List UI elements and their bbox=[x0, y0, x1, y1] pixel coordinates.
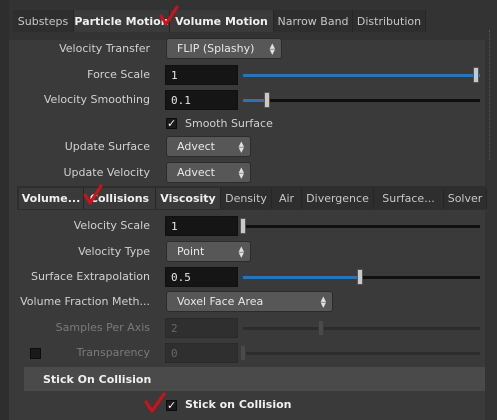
tab-narrow-band[interactable]: Narrow Band bbox=[274, 10, 353, 32]
transparency-handle bbox=[240, 345, 246, 361]
samples-per-axis-slider bbox=[243, 327, 480, 330]
dropdown-arrows-icon: ▲ ▼ bbox=[320, 294, 326, 309]
force-scale-slider[interactable] bbox=[243, 74, 480, 77]
tab-distribution[interactable]: Distribution bbox=[353, 10, 426, 32]
velocity-smoothing-slider[interactable] bbox=[267, 99, 480, 102]
dropdown-arrows-icon: ▲ ▼ bbox=[238, 165, 244, 180]
surface-extrapolation-slider[interactable] bbox=[361, 276, 480, 279]
velocity-smoothing-label: Velocity Smoothing bbox=[43, 93, 150, 106]
velocity-smoothing-handle[interactable] bbox=[264, 92, 270, 108]
smooth-surface-label: Smooth Surface bbox=[185, 117, 273, 130]
force-scale-field[interactable]: 1 bbox=[165, 65, 238, 85]
update-velocity-value: Advect bbox=[177, 166, 215, 179]
annotation-check-icon bbox=[83, 184, 103, 205]
velocity-scale-handle[interactable] bbox=[240, 218, 246, 234]
velocity-transfer-label: Velocity Transfer bbox=[59, 42, 150, 55]
tab-substeps[interactable]: Substeps bbox=[13, 10, 74, 32]
volume-fraction-method-dropdown[interactable]: Voxel Face Area ▲ ▼ bbox=[166, 291, 333, 312]
velocity-smoothing-field[interactable]: 0.1 bbox=[165, 90, 238, 110]
velocity-transfer-value: FLIP (Splashy) bbox=[177, 42, 255, 55]
force-scale-handle[interactable] bbox=[473, 67, 479, 83]
annotation-check-icon bbox=[144, 392, 166, 413]
tab-particle-motion[interactable]: Particle Motion bbox=[74, 10, 170, 32]
scroll-grip[interactable] bbox=[489, 30, 494, 160]
update-velocity-dropdown[interactable]: Advect ▲ ▼ bbox=[166, 162, 251, 183]
tab-surface[interactable]: Surface... bbox=[374, 188, 444, 209]
velocity-scale-field[interactable]: 1 bbox=[165, 216, 238, 236]
tab-divergence[interactable]: Divergence bbox=[302, 188, 374, 209]
velocity-scale-slider[interactable] bbox=[243, 225, 480, 228]
surface-extrapolation-handle[interactable] bbox=[357, 269, 363, 285]
update-surface-value: Advect bbox=[177, 140, 215, 153]
dropdown-arrows-icon: ▲ ▼ bbox=[269, 41, 275, 56]
surface-extrapolation-slider-fill bbox=[243, 276, 361, 279]
stick-on-collision-label: Stick on Collision bbox=[185, 398, 292, 411]
tab-solver[interactable]: Solver bbox=[444, 188, 487, 209]
tab-volume[interactable]: Volume... bbox=[19, 188, 84, 209]
tab-air[interactable]: Air bbox=[272, 188, 302, 209]
samples-per-axis-handle bbox=[318, 320, 324, 336]
velocity-scale-label: Velocity Scale bbox=[73, 219, 150, 232]
velocity-type-label: Velocity Type bbox=[78, 245, 150, 258]
left-gutter bbox=[0, 0, 9, 420]
surface-extrapolation-field[interactable]: 0.5 bbox=[165, 267, 238, 287]
annotation-check-icon bbox=[159, 5, 179, 26]
smooth-surface-checkbox[interactable]: ✓ bbox=[166, 118, 177, 129]
velocity-type-value: Point bbox=[177, 245, 205, 258]
stick-on-collision-header[interactable]: Stick On Collision bbox=[24, 367, 485, 391]
force-scale-label: Force Scale bbox=[87, 68, 150, 81]
velocity-type-dropdown[interactable]: Point ▲ ▼ bbox=[166, 241, 251, 262]
samples-per-axis-field: 2 bbox=[165, 318, 238, 338]
transparency-label: Transparency bbox=[76, 346, 150, 359]
stick-on-collision-checkbox[interactable]: ✓ bbox=[166, 400, 177, 411]
transparency-slider bbox=[243, 352, 480, 355]
tab-volume-motion[interactable]: Volume Motion bbox=[170, 10, 274, 32]
dropdown-arrows-icon: ▲ ▼ bbox=[238, 244, 244, 259]
update-surface-dropdown[interactable]: Advect ▲ ▼ bbox=[166, 136, 251, 157]
samples-per-axis-label: Samples Per Axis bbox=[55, 321, 150, 334]
tab-viscosity[interactable]: Viscosity bbox=[156, 188, 221, 209]
dropdown-arrows-icon: ▲ ▼ bbox=[238, 139, 244, 154]
transparency-field: 0 bbox=[165, 343, 238, 363]
velocity-transfer-dropdown[interactable]: FLIP (Splashy) ▲ ▼ bbox=[166, 38, 282, 59]
update-surface-label: Update Surface bbox=[64, 140, 150, 153]
update-velocity-label: Update Velocity bbox=[63, 166, 151, 179]
volume-fraction-method-label: Volume Fraction Meth... bbox=[20, 295, 150, 308]
tab-density[interactable]: Density bbox=[221, 188, 272, 209]
volume-fraction-method-value: Voxel Face Area bbox=[177, 295, 264, 308]
top-tabs: Substeps Particle Motion Volume Motion N… bbox=[13, 10, 426, 32]
surface-extrapolation-label: Surface Extrapolation bbox=[30, 270, 150, 283]
